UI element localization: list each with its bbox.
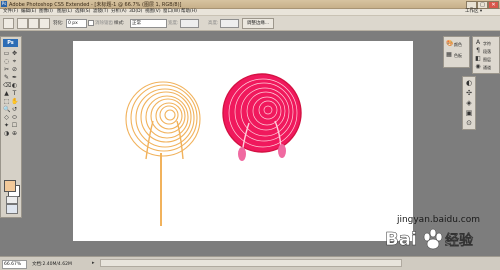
character-panel-icon: A bbox=[475, 39, 481, 46]
hand-tool-icon[interactable]: ✋ bbox=[11, 98, 18, 105]
photoshop-logo-icon: Ps bbox=[1, 1, 7, 7]
horizontal-scrollbar[interactable] bbox=[100, 259, 402, 267]
pink-lollipop bbox=[222, 73, 302, 161]
subtract-selection-icon[interactable] bbox=[39, 18, 50, 29]
menu-file[interactable]: 文件(F) bbox=[3, 9, 18, 15]
dodge-tool-icon[interactable]: ▲ bbox=[3, 90, 10, 97]
pen-tool-icon[interactable]: ◇ bbox=[3, 114, 10, 121]
layers-panel-dock: A 字符 ¶ 段落 ◧ 图层 ◉ 通道 bbox=[472, 36, 500, 74]
rotate-view-tool-icon[interactable]: ↺ bbox=[11, 106, 18, 113]
menu-3d[interactable]: 3D(D) bbox=[129, 9, 142, 15]
svg-text:经验: 经验 bbox=[445, 232, 474, 249]
eyedropper-tool-icon[interactable]: ⊘ bbox=[11, 66, 18, 73]
toolbox: Ps ▭ ✥ ◌ ⌖ ✂ ⊘ ✎ ✒ ⌫ ◐ ▲ T ⬚ ✋ 🔍 ↺ ◇ ⬭ ✦… bbox=[0, 36, 22, 218]
foreground-color-swatch[interactable] bbox=[4, 180, 16, 192]
adjustments-icon[interactable]: ◐ bbox=[465, 79, 473, 87]
width-input[interactable] bbox=[180, 19, 199, 28]
document-canvas[interactable] bbox=[73, 41, 413, 241]
panel-label-swatches: 色板 bbox=[454, 53, 462, 58]
new-selection-icon[interactable] bbox=[17, 18, 28, 29]
type-tool-icon[interactable]: T bbox=[11, 90, 18, 97]
title-bar: Ps Adobe Photoshop CS5 Extended - [未标题-1… bbox=[0, 0, 500, 9]
maximize-button[interactable]: □ bbox=[477, 1, 488, 9]
shape-tool-icon[interactable]: ⬭ bbox=[11, 114, 18, 121]
antialias-label: 消除锯齿 bbox=[95, 21, 113, 26]
menu-edit[interactable]: 编辑(E) bbox=[21, 9, 36, 15]
styles-icon[interactable]: ◈ bbox=[465, 99, 473, 107]
menu-filter[interactable]: 滤镜(T) bbox=[93, 9, 108, 15]
menu-image[interactable]: 图像(I) bbox=[39, 9, 53, 15]
menu-window[interactable]: 窗口(W) bbox=[163, 9, 180, 15]
clone-stamp-tool-icon[interactable]: ✒ bbox=[11, 74, 18, 81]
paragraph-panel-icon: ¶ bbox=[476, 47, 480, 54]
menu-layer[interactable]: 图层(L) bbox=[57, 9, 72, 15]
swatches-panel-icon: ▦ bbox=[446, 51, 452, 58]
gradient-tool-icon[interactable]: ◐ bbox=[11, 82, 18, 89]
panel-item-layers[interactable]: ◧ 图层 bbox=[474, 55, 498, 63]
minimize-button[interactable]: _ bbox=[466, 1, 477, 9]
photoshop-logo: Ps bbox=[3, 39, 18, 47]
baidu-jingyan-logo: Bai 经验 bbox=[385, 228, 474, 250]
feather-label: 羽化: bbox=[53, 21, 64, 26]
color-panel-icon: 🎨 bbox=[446, 40, 454, 47]
panel-label-color: 颜色 bbox=[454, 42, 462, 47]
eraser-tool-icon[interactable]: ⌫ bbox=[3, 82, 11, 89]
panel-item-color[interactable]: 🎨 颜色 bbox=[445, 40, 469, 48]
note-tool-icon[interactable]: ☐ bbox=[11, 122, 18, 129]
refine-edge-button[interactable]: 调整边缘... bbox=[242, 18, 274, 29]
blur-tool-icon[interactable]: ◑ bbox=[3, 130, 10, 137]
layers-panel-icon: ◧ bbox=[475, 55, 481, 62]
screen-mode-button[interactable] bbox=[6, 204, 18, 214]
antialias-checkbox[interactable] bbox=[88, 20, 94, 26]
marquee-tool-icon[interactable]: ▭ bbox=[3, 50, 10, 57]
panel-item-paragraph[interactable]: ¶ 段落 bbox=[474, 47, 498, 55]
magic-wand-tool-icon[interactable]: ⌖ bbox=[11, 58, 18, 65]
masks-icon[interactable]: ✣ bbox=[465, 89, 473, 97]
canvas-artwork bbox=[125, 73, 302, 226]
panel-item-channels[interactable]: ◉ 通道 bbox=[474, 63, 498, 71]
panel-item-character[interactable]: A 字符 bbox=[474, 39, 498, 47]
zoom-tool-icon[interactable]: 🔍 bbox=[3, 106, 10, 113]
width-label: 宽度: bbox=[168, 21, 179, 26]
workspace-switcher[interactable]: 工作区 ▾ bbox=[465, 9, 482, 15]
path-selection-tool-icon[interactable]: ⬚ bbox=[3, 98, 10, 105]
height-label: 高度: bbox=[208, 21, 219, 26]
navigator-icon[interactable]: ⊙ bbox=[465, 119, 473, 127]
zoom-field[interactable]: 66.67% bbox=[2, 260, 27, 269]
channels-panel-icon: ◉ bbox=[475, 63, 481, 70]
style-label: 样式: bbox=[114, 21, 125, 26]
marquee-preset-icon[interactable] bbox=[3, 18, 14, 29]
menu-help[interactable]: 帮助(H) bbox=[181, 9, 197, 15]
count-tool-icon[interactable]: ⊕ bbox=[11, 130, 18, 137]
color-swatches-panel: 🎨 颜色 ▦ 色板 bbox=[443, 36, 470, 68]
history-icon[interactable]: ▣ bbox=[465, 109, 473, 117]
3d-rotate-tool-icon[interactable]: ✦ bbox=[3, 122, 10, 129]
svg-text:Bai: Bai bbox=[385, 229, 417, 250]
move-tool-icon[interactable]: ✥ bbox=[11, 50, 18, 57]
menu-analysis[interactable]: 分析(A) bbox=[111, 9, 127, 15]
adjustments-panel-dock: ◐ ✣ ◈ ▣ ⊙ bbox=[462, 76, 476, 130]
status-menu-arrow-icon[interactable]: ▸ bbox=[92, 260, 95, 266]
brush-tool-icon[interactable]: ✎ bbox=[3, 74, 10, 81]
orange-lollipop bbox=[125, 81, 201, 226]
document-size-info: 文档:2.40M/4.62M bbox=[32, 262, 72, 267]
panel-label-channels: 通道 bbox=[483, 65, 491, 70]
menu-bar: 文件(F) 编辑(E) 图像(I) 图层(L) 选择(S) 滤镜(T) 分析(A… bbox=[0, 9, 500, 16]
lasso-tool-icon[interactable]: ◌ bbox=[3, 58, 10, 65]
height-input[interactable] bbox=[220, 19, 239, 28]
close-button[interactable]: ✕ bbox=[488, 1, 499, 9]
add-selection-icon[interactable] bbox=[28, 18, 39, 29]
crop-tool-icon[interactable]: ✂ bbox=[3, 66, 10, 73]
window-title: Adobe Photoshop CS5 Extended - [未标题-1 @ … bbox=[9, 2, 182, 8]
quick-mask-button[interactable] bbox=[6, 196, 18, 204]
panel-item-swatches[interactable]: ▦ 色板 bbox=[445, 51, 469, 59]
style-select[interactable]: 正常 bbox=[130, 19, 167, 28]
feather-input[interactable]: 0 px bbox=[66, 19, 87, 28]
options-bar: 羽化: 0 px 消除锯齿 样式: 正常 宽度: 高度: 调整边缘... bbox=[0, 16, 500, 31]
menu-select[interactable]: 选择(S) bbox=[75, 9, 90, 15]
menu-view[interactable]: 视图(V) bbox=[145, 9, 161, 15]
